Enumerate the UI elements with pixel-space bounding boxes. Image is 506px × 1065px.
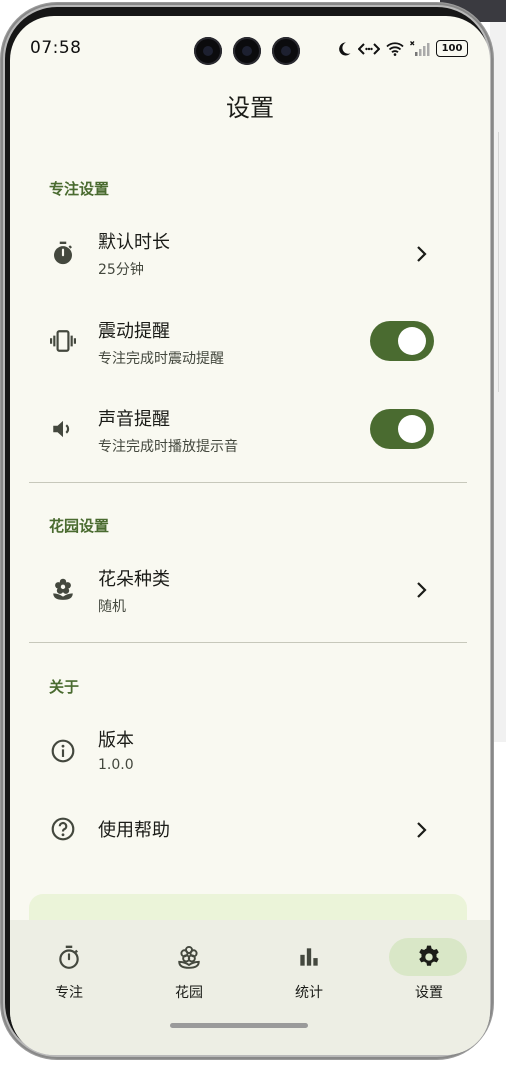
volume-icon (53, 420, 70, 438)
setting-vibration[interactable]: 震动提醒 专注完成时震动提醒 (10, 304, 490, 380)
section-divider (29, 642, 467, 643)
row-subtitle: 25分钟 (98, 262, 144, 278)
sound-toggle[interactable] (370, 409, 434, 449)
nav-item-focus[interactable]: 专注 (10, 920, 130, 1020)
section-title-about: 关于 (49, 678, 80, 696)
no-signal-icon (410, 40, 430, 56)
section-title-garden: 花园设置 (49, 517, 110, 535)
camera-lens-icon (272, 37, 300, 65)
stopwatch-icon (54, 241, 72, 265)
nav-label: 专注 (55, 985, 83, 1001)
flower-icon (53, 578, 73, 600)
wifi-icon (386, 41, 404, 56)
app-screen: 07:58 100 设置 专注设置 默认时长 25分钟 震动提醒 专注完成时震动… (10, 16, 490, 1055)
toggle-knob (398, 327, 426, 355)
row-subtitle: 1.0.0 (98, 757, 134, 773)
status-bar: 07:58 100 (10, 16, 490, 80)
help-circle-icon (51, 817, 75, 841)
row-subtitle: 专注完成时震动提醒 (98, 351, 224, 367)
nav-label: 花园 (175, 985, 203, 1001)
vibration-toggle[interactable] (370, 321, 434, 361)
data-transfer-icon (358, 42, 380, 55)
status-icons: 100 (336, 40, 468, 57)
camera-lens-icon (233, 37, 261, 65)
bottom-navigation: 专注 花园 统计 设置 (10, 920, 490, 1055)
row-subtitle: 随机 (98, 599, 126, 615)
nav-label: 设置 (415, 985, 443, 1001)
setting-help[interactable]: 使用帮助 (10, 802, 490, 858)
do-not-disturb-moon-icon (339, 41, 351, 55)
timer-icon (59, 945, 79, 969)
row-title: 声音提醒 (98, 409, 170, 430)
camera-lens-icon (194, 37, 222, 65)
home-indicator[interactable] (170, 1023, 308, 1028)
flower-outline-icon (178, 945, 200, 969)
nav-label: 统计 (295, 985, 323, 1001)
row-title: 使用帮助 (98, 820, 170, 841)
setting-flower-type[interactable]: 花朵种类 随机 (10, 552, 490, 628)
battery-icon: 100 (436, 40, 468, 57)
info-icon (51, 739, 75, 763)
row-title: 震动提醒 (98, 321, 170, 342)
row-title: 花朵种类 (98, 569, 170, 590)
nav-item-stats[interactable]: 统计 (250, 920, 370, 1020)
nav-item-garden[interactable]: 花园 (130, 920, 250, 1020)
chevron-right-icon (417, 582, 427, 598)
toggle-knob (398, 415, 426, 443)
row-title: 版本 (98, 730, 134, 751)
setting-sound[interactable]: 声音提醒 专注完成时播放提示音 (10, 392, 490, 468)
row-title: 默认时长 (98, 232, 170, 253)
bar-chart-icon (300, 948, 318, 966)
section-divider (29, 482, 467, 483)
vibration-icon (50, 330, 76, 352)
chevron-right-icon (417, 246, 427, 262)
gear-icon (419, 945, 439, 966)
chevron-right-icon (417, 822, 427, 838)
nav-item-settings[interactable]: 设置 (370, 920, 490, 1020)
setting-version: 版本 1.0.0 (10, 714, 490, 790)
setting-default-duration[interactable]: 默认时长 25分钟 (10, 216, 490, 292)
page-title: 设置 (226, 94, 274, 122)
status-time: 07:58 (30, 38, 82, 58)
section-title-focus: 专注设置 (49, 180, 110, 198)
row-subtitle: 专注完成时播放提示音 (98, 439, 238, 455)
